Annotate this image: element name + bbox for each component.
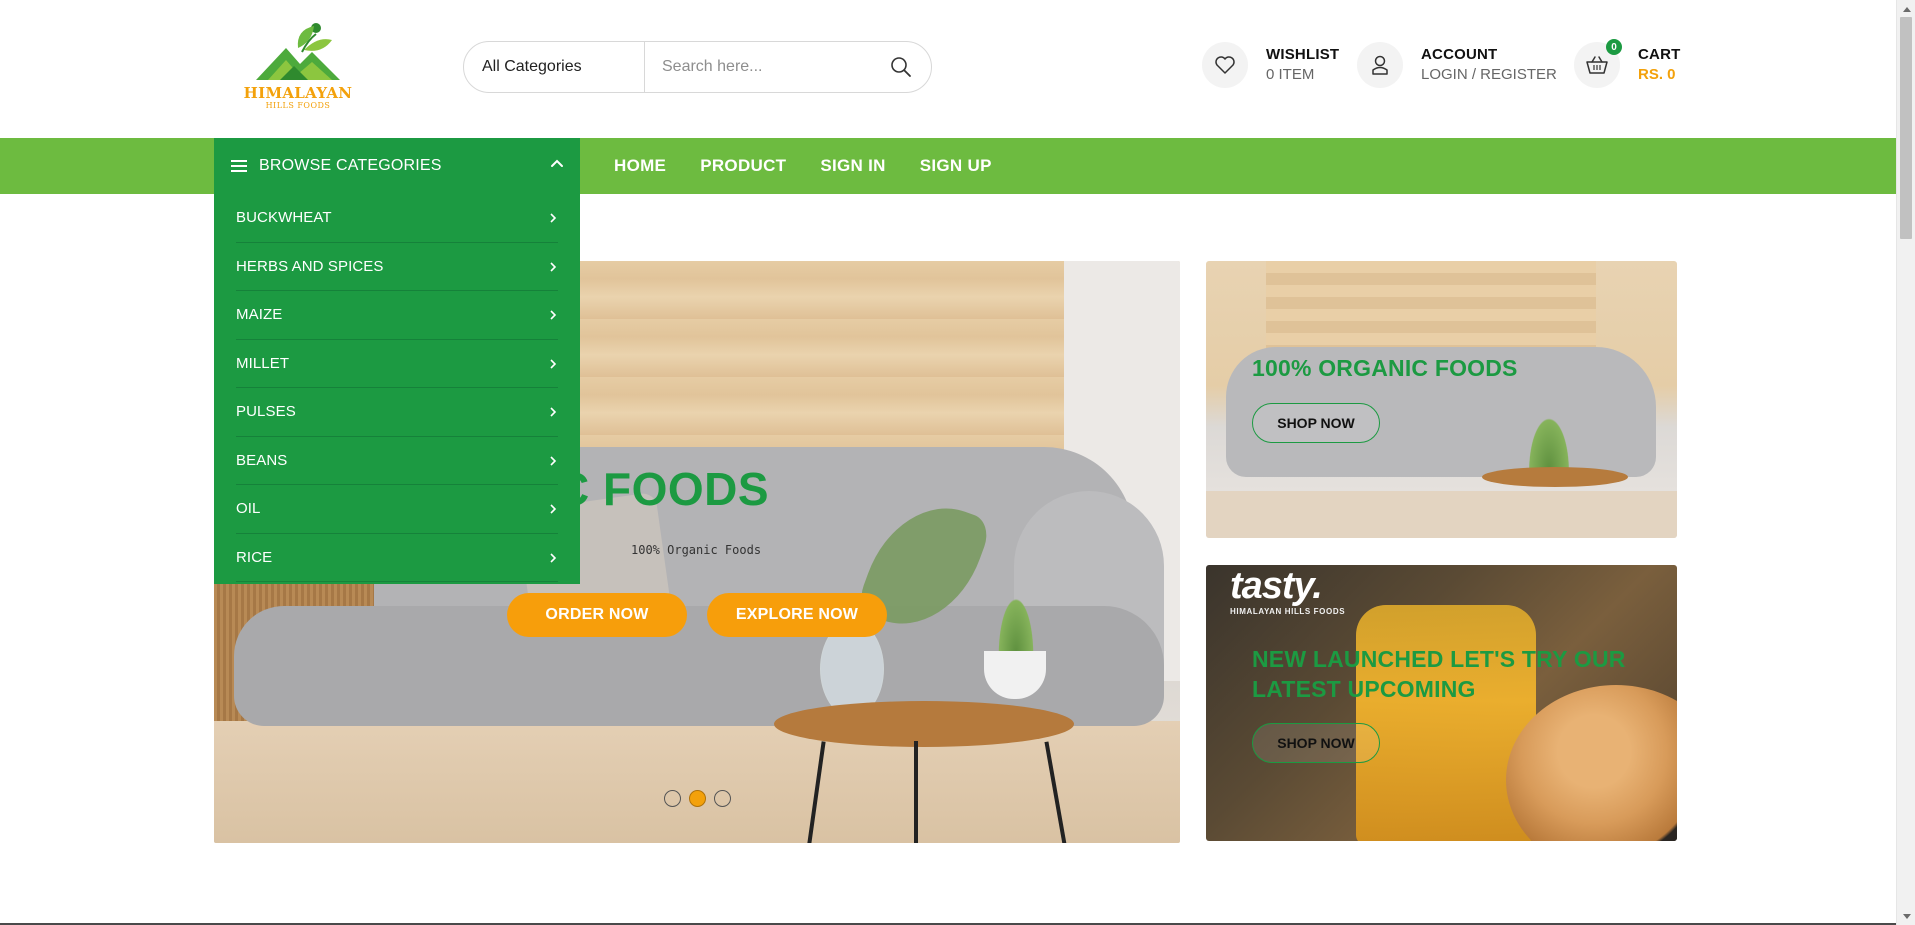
chevron-right-icon bbox=[550, 310, 557, 320]
search-icon bbox=[891, 57, 911, 77]
category-item-oil[interactable]: OIL bbox=[236, 485, 558, 534]
category-item-buckwheat[interactable]: BUCKWHEAT bbox=[236, 194, 558, 243]
logo-name: HIMALAYAN bbox=[243, 84, 353, 102]
cart-total: RS. 0 bbox=[1638, 66, 1676, 83]
category-label: MILLET bbox=[236, 354, 290, 372]
hero-plant bbox=[996, 591, 1036, 655]
logo-subtitle: HILLS FOODS bbox=[265, 101, 331, 110]
chevron-right-icon bbox=[550, 213, 557, 223]
cart-link[interactable]: 0 CART RS. 0 bbox=[1574, 39, 1681, 88]
banner1-table bbox=[1482, 467, 1628, 487]
slider-dot-2[interactable] bbox=[689, 790, 706, 807]
triangle-down-icon bbox=[1902, 913, 1911, 919]
site-header: HIMALAYAN HILLS FOODS All Categories WIS… bbox=[0, 0, 1896, 138]
slider-dot-3[interactable] bbox=[714, 790, 731, 807]
page-scrollbar[interactable] bbox=[1896, 0, 1915, 925]
hero-table-leg bbox=[914, 741, 918, 843]
browse-categories-toggle[interactable]: BROWSE CATEGORIES bbox=[214, 138, 580, 194]
slider-dots bbox=[664, 790, 739, 807]
chevron-up-icon bbox=[551, 159, 563, 167]
triangle-up-icon bbox=[1902, 6, 1911, 12]
category-label: RICE bbox=[236, 548, 273, 566]
chevron-right-icon bbox=[550, 358, 557, 369]
cart-count-badge: 0 bbox=[1606, 39, 1622, 55]
nav-sign-in[interactable]: SIGN IN bbox=[820, 156, 885, 176]
nav-home[interactable]: HOME bbox=[614, 156, 666, 176]
category-label: PULSES bbox=[236, 403, 296, 421]
wishlist-count: 0 ITEM bbox=[1266, 66, 1315, 83]
category-label: OIL bbox=[236, 500, 261, 518]
slider-dot-1[interactable] bbox=[664, 790, 681, 807]
user-icon bbox=[1372, 55, 1388, 75]
wishlist-title: WISHLIST bbox=[1266, 46, 1340, 63]
chevron-right-icon bbox=[550, 504, 557, 514]
account-title: ACCOUNT bbox=[1421, 46, 1498, 63]
banner2-title-line1: NEW LAUNCHED LET'S TRY OUR bbox=[1252, 646, 1626, 672]
banner1-plant bbox=[1526, 411, 1572, 471]
scroll-thumb[interactable] bbox=[1900, 17, 1912, 239]
hamburger-icon bbox=[231, 160, 247, 172]
category-item-pulses[interactable]: PULSES bbox=[236, 388, 558, 437]
chevron-right-icon bbox=[550, 407, 557, 417]
account-icon-wrap bbox=[1357, 42, 1403, 88]
search-button[interactable] bbox=[871, 42, 931, 92]
nav-links: HOME PRODUCT SIGN IN SIGN UP bbox=[614, 138, 1026, 194]
chevron-right-icon bbox=[550, 552, 557, 563]
category-label: BEANS bbox=[236, 451, 288, 469]
wishlist-link[interactable]: WISHLIST 0 ITEM bbox=[1202, 42, 1339, 88]
site-logo[interactable]: HIMALAYAN HILLS FOODS bbox=[238, 18, 358, 118]
scroll-up-arrow[interactable] bbox=[1897, 0, 1915, 17]
account-link[interactable]: ACCOUNT LOGIN / REGISTER bbox=[1357, 42, 1557, 88]
cart-icon-wrap: 0 bbox=[1574, 39, 1622, 88]
category-item-beans[interactable]: BEANS bbox=[236, 437, 558, 485]
banner2-title-line2: LATEST UPCOMING bbox=[1252, 676, 1476, 702]
category-label: HERBS AND SPICES bbox=[236, 257, 384, 275]
banner2-oil-bottle bbox=[1356, 605, 1536, 841]
banner2-brand-subtitle: HIMALAYAN HILLS FOODS bbox=[1230, 607, 1346, 616]
search-bar: All Categories bbox=[463, 41, 932, 93]
new-launch-banner[interactable]: tasty. HIMALAYAN HILLS FOODS NEW LAUNCHE… bbox=[1206, 565, 1677, 841]
login-register-link[interactable]: LOGIN / REGISTER bbox=[1421, 65, 1557, 85]
scroll-down-arrow[interactable] bbox=[1897, 908, 1915, 925]
category-item-rice[interactable]: RICE bbox=[236, 534, 558, 582]
explore-now-button[interactable]: EXPLORE NOW bbox=[707, 593, 887, 637]
category-menu: BUCKWHEAT HERBS AND SPICES MAIZE MILLET … bbox=[214, 194, 580, 584]
hero-subtitle: 100% Organic Foods bbox=[631, 543, 762, 557]
browse-categories-label: BROWSE CATEGORIES bbox=[259, 157, 442, 174]
banner2-brand: tasty. bbox=[1230, 565, 1323, 607]
category-item-millet[interactable]: MILLET bbox=[236, 340, 558, 388]
nav-sign-up[interactable]: SIGN UP bbox=[920, 156, 992, 176]
hero-side-table bbox=[774, 701, 1074, 747]
banner1-floor bbox=[1206, 491, 1677, 538]
chevron-right-icon bbox=[550, 261, 557, 272]
organic-foods-banner[interactable]: 100% ORGANIC FOODS SHOP NOW bbox=[1206, 261, 1677, 538]
category-label: MAIZE bbox=[236, 306, 283, 324]
heart-icon bbox=[1215, 56, 1235, 74]
banner1-shop-now-button[interactable]: SHOP NOW bbox=[1252, 403, 1380, 443]
basket-icon bbox=[1586, 56, 1608, 74]
wishlist-icon-wrap bbox=[1202, 42, 1248, 88]
order-now-button[interactable]: ORDER NOW bbox=[507, 593, 687, 637]
category-item-herbs-and-spices[interactable]: HERBS AND SPICES bbox=[236, 243, 558, 291]
cart-title: CART bbox=[1638, 46, 1681, 63]
banner2-shop-now-button[interactable]: SHOP NOW bbox=[1252, 723, 1380, 763]
category-item-maize[interactable]: MAIZE bbox=[236, 291, 558, 340]
logo-mountain-icon bbox=[256, 23, 340, 80]
chevron-right-icon bbox=[550, 455, 557, 466]
nav-product[interactable]: PRODUCT bbox=[700, 156, 786, 176]
category-label: BUCKWHEAT bbox=[236, 209, 332, 227]
category-select[interactable]: All Categories bbox=[464, 42, 645, 92]
banner1-title: 100% ORGANIC FOODS bbox=[1252, 355, 1518, 381]
search-input[interactable] bbox=[645, 42, 871, 92]
